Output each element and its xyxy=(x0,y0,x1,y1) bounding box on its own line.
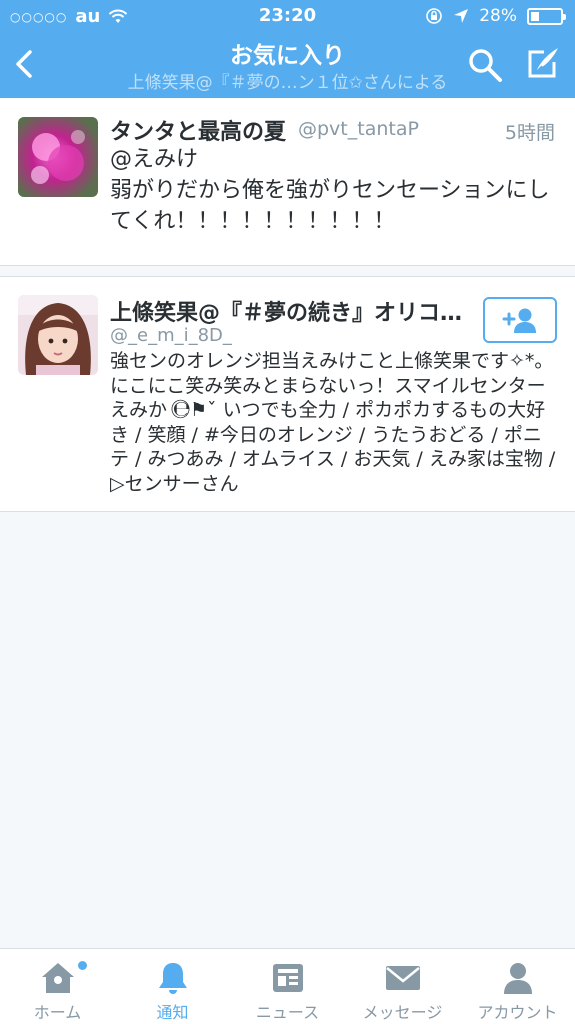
tweet-text: 弱がりだから俺を強がりセンセーションにしてくれ！！！！！！！！！！ xyxy=(110,178,550,234)
bell-icon xyxy=(158,963,187,994)
tab-messages-label: メッセージ xyxy=(362,1003,443,1022)
user-handle[interactable]: @_e_m_i_8D_ xyxy=(110,325,232,346)
tab-notifications[interactable]: 通知 xyxy=(115,949,230,1024)
user-bio: 強センのオレンジ担当えみけこと上條笑果です✧*。にこにこ笑み笑みとまらないっ！ス… xyxy=(110,350,556,495)
tweet-author-name[interactable]: タンタと最高の夏 xyxy=(110,114,286,146)
battery-fill xyxy=(531,11,539,21)
person-icon xyxy=(503,963,532,994)
user-card[interactable]: 上條笑果@『＃夢の続き』オリコン１位✩ @_e_m_i_8D_ 強センのオレンジ… xyxy=(0,276,575,512)
tab-account-label: アカウント xyxy=(477,1003,558,1022)
home-unread-dot xyxy=(78,961,87,970)
tab-messages[interactable]: メッセージ xyxy=(345,949,460,1024)
user-avatar-image xyxy=(18,295,98,375)
tab-bar: ホーム 通知 ニュース メッセージ アカウント xyxy=(0,948,575,1024)
add-user-icon xyxy=(502,308,536,333)
tab-home[interactable]: ホーム xyxy=(0,949,115,1024)
tweet-timestamp: 5時間 xyxy=(504,122,555,144)
user-display-name[interactable]: 上條笑果@『＃夢の続き』オリコン１位✩ xyxy=(110,295,475,327)
tweet-card[interactable]: タンタと最高の夏 @pvt_tantaP 5時間 @えみけ 弱がりだから俺を強が… xyxy=(0,98,575,266)
follow-button[interactable] xyxy=(483,297,557,343)
tab-account[interactable]: アカウント xyxy=(460,949,575,1024)
tab-news-label: ニュース xyxy=(255,1003,320,1022)
compose-icon[interactable] xyxy=(522,44,562,84)
page-subtitle: 上條笑果@『＃夢の…ン１位✩さんによる xyxy=(127,73,448,93)
home-icon xyxy=(41,963,74,993)
search-icon[interactable] xyxy=(466,46,504,84)
tweet-avatar-image xyxy=(18,117,98,197)
battery-percent: 28% xyxy=(479,6,517,26)
tweet-mention[interactable]: @えみけ xyxy=(110,144,560,175)
status-bar: ○○○○○ au 23:20 28% xyxy=(0,0,575,32)
tweet-body: @えみけ 弱がりだから俺を強がりセンセーションにしてくれ！！！！！！！！！！ xyxy=(110,144,560,237)
header-bar: ○○○○○ au 23:20 28% お気に入り 上條笑果@『＃夢の…ン１位✩さ… xyxy=(0,0,575,98)
battery-icon xyxy=(527,7,566,25)
orientation-lock-icon xyxy=(426,8,443,24)
tab-home-label: ホーム xyxy=(33,1003,82,1022)
envelope-icon xyxy=(385,966,420,990)
tab-news[interactable]: ニュース xyxy=(230,949,345,1024)
tab-notifications-label: 通知 xyxy=(156,1003,189,1022)
tweet-avatar[interactable] xyxy=(18,117,98,197)
news-icon xyxy=(272,964,303,992)
tweet-author-handle[interactable]: @pvt_tantaP xyxy=(298,118,419,140)
user-avatar[interactable] xyxy=(18,295,98,375)
location-icon xyxy=(454,9,469,23)
